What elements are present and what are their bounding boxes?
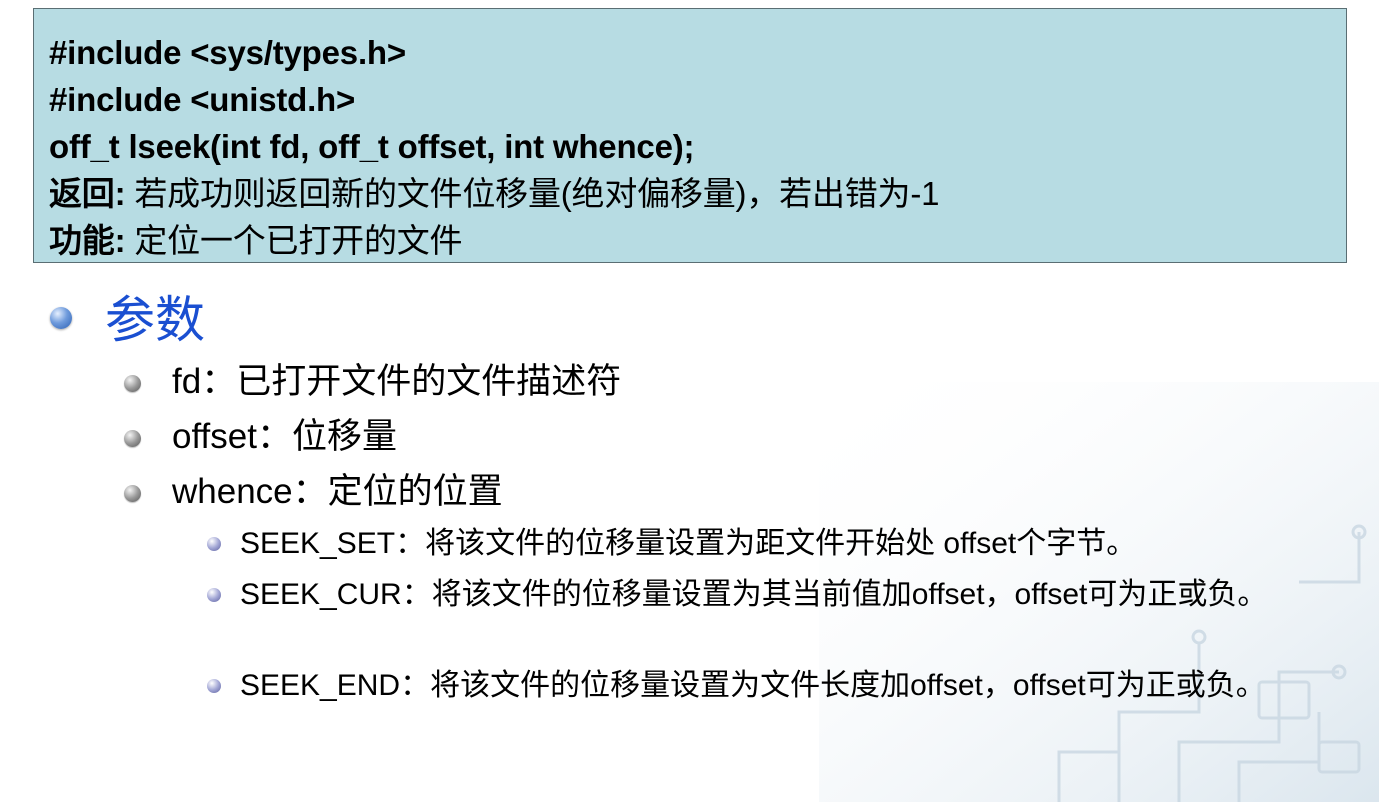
- return-label: 返回:: [49, 175, 126, 212]
- param-bullet-icon: [124, 375, 141, 392]
- param-item-whence: whence：定位的位置: [124, 470, 503, 514]
- param-bullet-icon: [124, 430, 141, 447]
- section-bullet-icon: [50, 307, 72, 329]
- option-text: SEEK_SET：将该文件的位移量设置为距文件开始处 offset个字节。: [240, 527, 1137, 560]
- param-bullet-icon: [124, 485, 141, 502]
- param-item-fd: fd：已打开文件的文件描述符: [124, 360, 621, 404]
- function-text: 定位一个已打开的文件: [125, 222, 463, 259]
- whence-option-seek-set: SEEK_SET：将该文件的位移量设置为距文件开始处 offset个字节。: [207, 523, 1337, 565]
- function-signature-box: #include <sys/types.h> #include <unistd.…: [33, 8, 1347, 263]
- return-description: 返回: 若成功则返回新的文件位移量(绝对偏移量)，若出错为-1: [49, 170, 1346, 217]
- param-text: fd：已打开文件的文件描述符: [172, 362, 622, 401]
- function-description: 功能: 定位一个已打开的文件: [49, 217, 1346, 264]
- include-unistd: #include <unistd.h>: [49, 81, 356, 118]
- include-sys-types: #include <sys/types.h>: [49, 34, 406, 71]
- param-text: whence：定位的位置: [172, 472, 503, 511]
- param-item-offset: offset：位移量: [124, 415, 397, 459]
- return-text: 若成功则返回新的文件位移量(绝对偏移量)，若出错为-1: [125, 175, 940, 212]
- lseek-prototype: off_t lseek(int fd, off_t offset, int wh…: [49, 128, 695, 165]
- section-title: 参数: [105, 292, 205, 348]
- param-text: offset：位移量: [172, 417, 397, 456]
- option-bullet-icon: [207, 679, 221, 693]
- whence-option-seek-end: SEEK_END：将该文件的位移量设置为文件长度加offset，offset可为…: [207, 665, 1337, 707]
- option-text: SEEK_END：将该文件的位移量设置为文件长度加offset，offset可为…: [240, 669, 1266, 702]
- option-bullet-icon: [207, 537, 221, 551]
- option-text: SEEK_CUR：将该文件的位移量设置为其当前值加offset，offset可为…: [240, 578, 1268, 611]
- whence-option-seek-cur: SEEK_CUR：将该文件的位移量设置为其当前值加offset，offset可为…: [207, 574, 1337, 616]
- option-bullet-icon: [207, 588, 221, 602]
- function-label: 功能:: [49, 222, 126, 259]
